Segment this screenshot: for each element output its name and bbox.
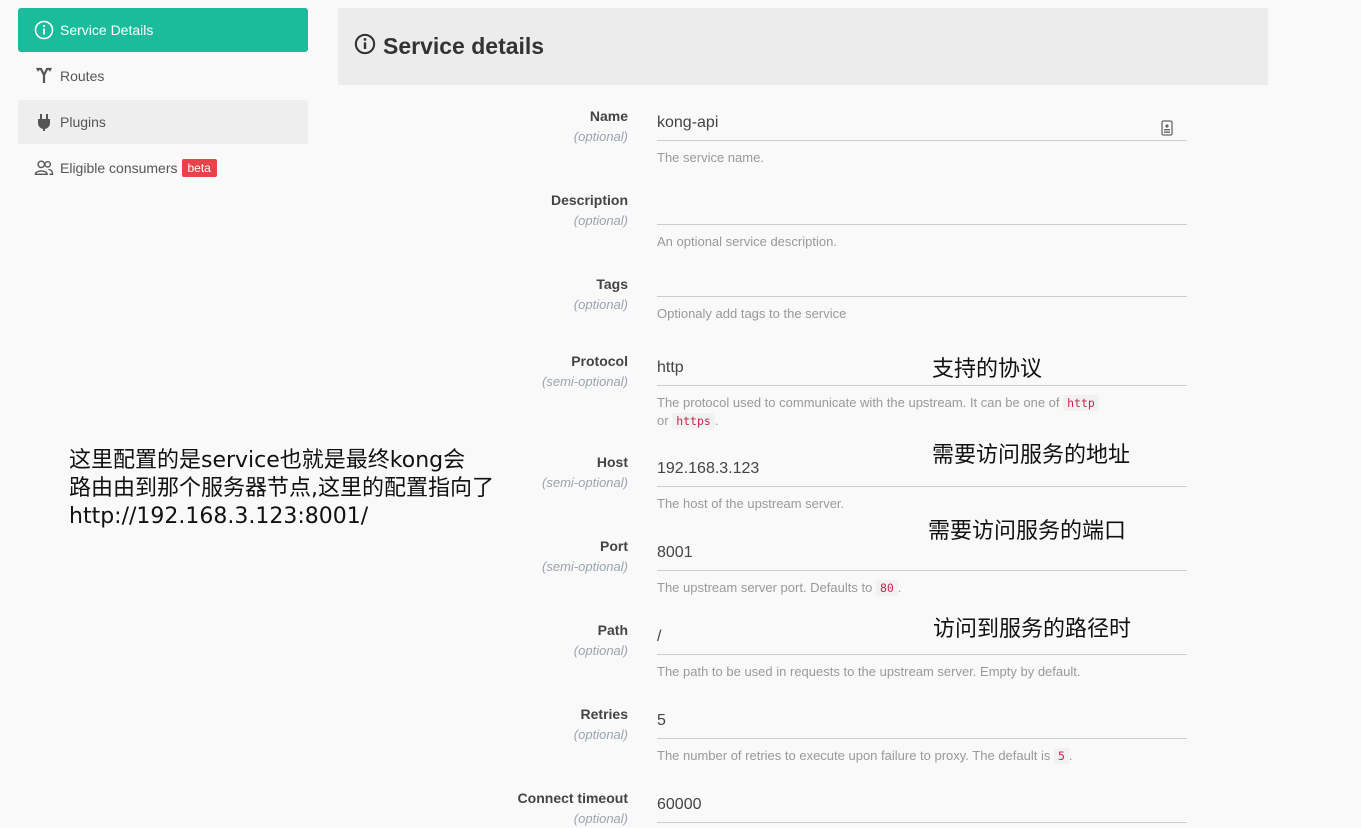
field-optional-hint: (optional) [573,727,628,742]
sidebar-item-label: Plugins [60,114,106,130]
field-help: The host of the upstream server. [657,496,845,511]
form-row-connect-timeout: Connect timeout (optional) 60000 [338,789,1268,827]
side-note: 这里配置的是service也就是最终kong会 路由由到那个服务器节点,这里的配… [69,447,529,531]
field-help: Optionaly add tags to the service [657,306,847,321]
form-row-name: Name (optional) kong-api The service nam… [338,107,1268,191]
panel-header: Service details [338,8,1268,85]
field-optional-hint: (optional) [573,297,628,312]
field-help: The service name. [657,150,764,165]
field-label: Path [597,622,628,638]
help-text: . [897,580,902,595]
sidebar-item-routes[interactable]: Routes [18,54,308,98]
field-optional-hint: (optional) [573,213,628,228]
field-label: Protocol [571,353,628,369]
side-note-line: 路由由到那个服务器节点,这里的配置指向了 [69,476,494,501]
annotation-protocol: 支持的协议 [932,357,1043,382]
form-row-protocol: Protocol (semi-optional) http The protoc… [338,352,1268,436]
connect-timeout-input[interactable]: 60000 [657,787,1187,823]
field-help: An optional service description. [657,234,837,249]
field-help: The path to be used in requests to the u… [657,664,1081,679]
code-80: 80 [875,580,898,596]
field-optional-hint: (optional) [573,643,628,658]
sidebar-item-service-details[interactable]: Service Details [18,8,308,52]
side-note-line: http://192.168.3.123:8001/ [69,504,369,529]
field-label: Tags [596,276,628,292]
retries-input[interactable]: 5 [657,703,1187,739]
code-5: 5 [1053,748,1069,764]
beta-badge: beta [181,159,217,177]
sidebar: Service Details Routes Plugins Eligible … [18,8,308,192]
contact-card-icon[interactable] [1159,114,1175,136]
field-label: Connect timeout [517,790,628,806]
annotation-port: 需要访问服务的端口 [928,519,1127,544]
sidebar-item-plugins[interactable]: Plugins [18,100,308,144]
side-note-line: 这里配置的是service也就是最终kong会 [69,448,466,473]
field-help: The upstream server port. Defaults to 80… [657,579,1187,597]
protocol-input[interactable]: http [657,350,1187,386]
sidebar-item-eligible-consumers[interactable]: Eligible consumers beta [18,146,308,190]
help-text: The upstream server port. Defaults to [657,580,873,595]
field-label: Retries [580,706,628,722]
field-label: Name [589,108,628,124]
field-optional-hint: (semi-optional) [542,559,628,574]
field-help: The number of retries to execute upon fa… [657,747,1187,765]
help-text: or [657,413,669,428]
field-optional-hint: (optional) [573,811,628,826]
annotation-host: 需要访问服务的地址 [932,443,1131,468]
field-optional-hint: (semi-optional) [542,374,628,389]
help-text: The protocol used to communicate with th… [657,395,1060,410]
info-icon [354,33,376,60]
page-title: Service details [383,33,545,59]
field-label: Port [600,538,628,554]
field-label: Description [550,192,628,208]
code-https: https [672,413,715,429]
help-text: The number of retries to execute upon fa… [657,748,1051,763]
sidebar-item-label: Routes [60,68,105,84]
field-optional-hint: (optional) [573,129,628,144]
help-text: . [1068,748,1073,763]
name-input-value: kong-api [657,114,719,131]
routes-icon [34,66,54,86]
sidebar-item-label: Eligible consumers [60,160,178,176]
form-row-tags: Tags (optional) Optionaly add tags to th… [338,275,1268,359]
sidebar-item-label: Service Details [60,22,154,38]
users-icon [34,158,54,178]
field-help: The protocol used to communicate with th… [657,394,1187,430]
info-icon [34,20,54,40]
plug-icon [34,112,54,132]
help-text: . [714,413,719,428]
tags-input[interactable] [657,261,1187,297]
name-input[interactable]: kong-api [657,105,1187,141]
form-row-retries: Retries (optional) 5 The number of retri… [338,705,1268,789]
form-row-port: Port (semi-optional) 8001 The upstream s… [338,537,1268,621]
annotation-path: 访问到服务的路径时 [933,617,1132,642]
code-http: http [1063,395,1099,411]
description-input[interactable] [657,189,1187,225]
